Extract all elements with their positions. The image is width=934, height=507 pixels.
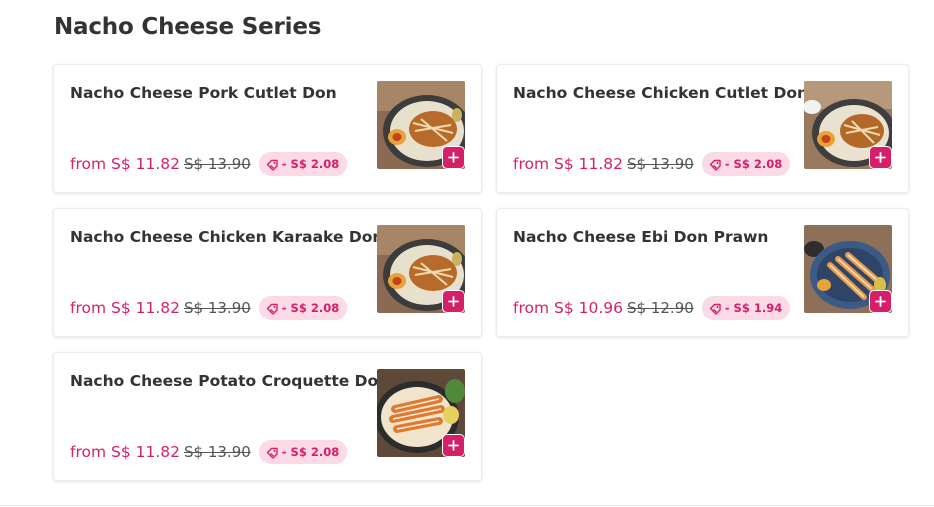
plus-icon [448,440,459,451]
item-original-price: S$ 13.90 [184,443,251,461]
plus-icon [448,296,459,307]
item-name: Nacho Cheese Chicken Karaake Don [70,228,384,246]
price-row: from S$ 11.82 S$ 13.90 - S$ 2.08 [513,152,791,176]
add-to-cart-button[interactable] [442,146,465,169]
add-to-cart-button[interactable] [442,434,465,457]
menu-item-card[interactable]: Nacho Cheese Pork Cutlet Don from S$ 11.… [53,64,482,193]
discount-tag-icon [709,303,721,315]
menu-item-card[interactable]: Nacho Cheese Potato Croquette Don from S… [53,352,482,481]
item-original-price: S$ 13.90 [184,155,251,173]
plus-icon [448,152,459,163]
menu-grid: Nacho Cheese Pork Cutlet Don from S$ 11.… [53,64,909,481]
discount-amount: - S$ 2.08 [281,157,340,171]
discount-amount: - S$ 1.94 [724,301,783,315]
item-name: Nacho Cheese Chicken Cutlet Don [513,84,809,102]
item-price: from S$ 10.96 [513,299,623,317]
item-price: from S$ 11.82 [70,299,180,317]
price-row: from S$ 11.82 S$ 13.90 - S$ 2.08 [70,152,348,176]
add-to-cart-button[interactable] [869,146,892,169]
price-row: from S$ 11.82 S$ 13.90 - S$ 2.08 [70,296,348,320]
section-title: Nacho Cheese Series [54,14,322,40]
discount-tag-icon [709,159,721,171]
discount-amount: - S$ 2.08 [281,301,340,315]
plus-icon [875,296,886,307]
item-price: from S$ 11.82 [513,155,623,173]
item-name: Nacho Cheese Potato Croquette Don [70,372,390,390]
discount-tag-icon [266,159,278,171]
discount-badge: - S$ 2.08 [701,152,791,176]
add-to-cart-button[interactable] [869,290,892,313]
menu-item-card[interactable]: Nacho Cheese Chicken Karaake Don from S$… [53,208,482,337]
item-original-price: S$ 13.90 [627,155,694,173]
discount-badge: - S$ 2.08 [258,296,348,320]
section-divider [0,505,934,506]
discount-badge: - S$ 1.94 [701,296,791,320]
discount-amount: - S$ 2.08 [281,445,340,459]
discount-amount: - S$ 2.08 [724,157,783,171]
item-price: from S$ 11.82 [70,443,180,461]
menu-item-card[interactable]: Nacho Cheese Ebi Don Prawn from S$ 10.96… [496,208,909,337]
item-original-price: S$ 13.90 [184,299,251,317]
price-row: from S$ 10.96 S$ 12.90 - S$ 1.94 [513,296,791,320]
item-price: from S$ 11.82 [70,155,180,173]
menu-item-card[interactable]: Nacho Cheese Chicken Cutlet Don from S$ … [496,64,909,193]
plus-icon [875,152,886,163]
add-to-cart-button[interactable] [442,290,465,313]
price-row: from S$ 11.82 S$ 13.90 - S$ 2.08 [70,440,348,464]
discount-badge: - S$ 2.08 [258,440,348,464]
discount-badge: - S$ 2.08 [258,152,348,176]
discount-tag-icon [266,447,278,459]
item-name: Nacho Cheese Pork Cutlet Don [70,84,337,102]
item-name: Nacho Cheese Ebi Don Prawn [513,228,769,246]
discount-tag-icon [266,303,278,315]
item-original-price: S$ 12.90 [627,299,694,317]
